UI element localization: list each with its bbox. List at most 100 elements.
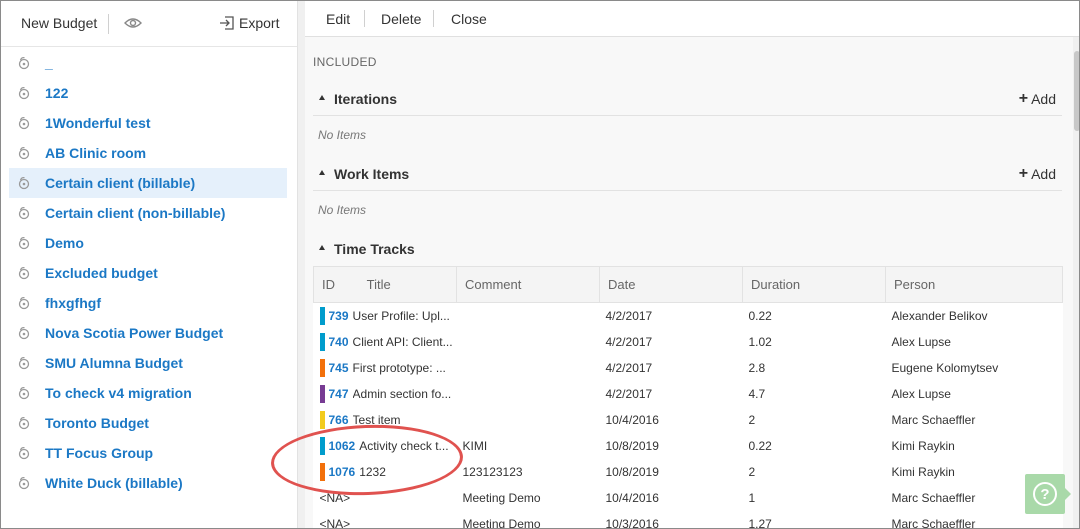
person-cell: Eugene Kolomytsev	[891, 361, 999, 375]
app-window: New Budget Export _ 122 1Wonderful test AB …	[0, 0, 1080, 529]
included-heading: INCLUDED	[313, 55, 377, 69]
scrollbar-thumb[interactable]	[1074, 51, 1079, 131]
work-item-id-link[interactable]: 1076	[329, 465, 356, 479]
close-button[interactable]: Close	[451, 11, 487, 27]
panel-splitter[interactable]	[297, 1, 305, 528]
comment-cell	[457, 303, 600, 330]
date-cell: 10/8/2019	[605, 439, 659, 453]
budget-icon	[17, 236, 31, 250]
budget-item[interactable]: Toronto Budget	[9, 408, 287, 438]
id-title-cell: 747 Admin section fo...	[314, 381, 457, 407]
table-row[interactable]: 740 Client API: Client... 4/2/2017 1.02 Alex…	[314, 329, 1063, 355]
budget-item[interactable]: White Duck (billable)	[9, 468, 287, 498]
work-item-ref[interactable]: 747 Admin section fo...	[319, 381, 457, 407]
duration-cell: 2	[748, 465, 756, 479]
budget-label: Toronto Budget	[45, 415, 149, 431]
add-iteration-button[interactable]: + Add	[1019, 91, 1056, 108]
work-item-id-link[interactable]: 1062	[329, 439, 356, 453]
person-cell: Alexander Belikov	[891, 309, 988, 323]
work-item-ref[interactable]: 740 Client API: Client...	[319, 329, 457, 355]
id-title-cell: 740 Client API: Client...	[314, 329, 457, 355]
detail-scrollbar[interactable]	[1073, 37, 1079, 528]
work-item-ref[interactable]: 745 First prototype: ...	[319, 355, 457, 381]
iterations-empty-text: No Items	[318, 128, 367, 142]
work-item-title: Client API: Client...	[352, 335, 453, 349]
duration-cell: 4.7	[748, 387, 766, 401]
add-work-item-button[interactable]: + Add	[1019, 166, 1056, 183]
column-header-person[interactable]: Person	[885, 266, 1063, 303]
work-item-type-color-bar	[319, 411, 325, 429]
work-item-ref[interactable]: 739 User Profile: Upl...	[319, 303, 457, 329]
collapse-caret-icon[interactable]	[319, 245, 325, 250]
time-tracks-section-header[interactable]: Time Tracks	[313, 232, 1062, 266]
work-items-title: Work Items	[334, 166, 410, 182]
budget-label: Demo	[45, 235, 84, 251]
table-row[interactable]: <NA> Meeting Demo 10/4/2016 1 Marc Schaeffle…	[314, 485, 1063, 511]
budget-label: TT Focus Group	[45, 445, 154, 461]
budget-label: SMU Alumna Budget	[45, 355, 183, 371]
table-row[interactable]: 745 First prototype: ... 4/2/2017 2.8 Eugene…	[314, 355, 1063, 381]
id-title-cell: 1062 Activity check t...	[314, 433, 457, 459]
work-item-title: User Profile: Upl...	[352, 309, 450, 323]
budget-item[interactable]: 122	[9, 78, 287, 108]
eye-icon[interactable]	[124, 16, 142, 33]
add-label: Add	[1031, 166, 1056, 182]
budget-item[interactable]: _	[9, 48, 287, 78]
column-header-date[interactable]: Date	[599, 266, 743, 303]
id-title-cell: <NA>	[314, 511, 457, 528]
column-header-id-title[interactable]: ID Title	[313, 266, 457, 303]
work-item-id-link[interactable]: 747	[329, 387, 349, 401]
table-row[interactable]: 1076 1232 123123123 10/8/2019 2 Kimi Raykin	[314, 459, 1063, 485]
comment-cell: Meeting Demo	[462, 491, 541, 505]
duration-cell: 2	[748, 413, 756, 427]
budget-item[interactable]: AB Clinic room	[9, 138, 287, 168]
budget-item[interactable]: Nova Scotia Power Budget	[9, 318, 287, 348]
help-icon: ?	[1033, 482, 1057, 506]
column-header-duration[interactable]: Duration	[742, 266, 886, 303]
budget-item[interactable]: Excluded budget	[9, 258, 287, 288]
collapse-caret-icon[interactable]	[319, 95, 325, 100]
help-tab-arrow	[1065, 488, 1071, 500]
help-button[interactable]: ?	[1025, 474, 1065, 514]
table-row[interactable]: 747 Admin section fo... 4/2/2017 4.7 Alex Lu…	[314, 381, 1063, 407]
work-item-ref: <NA>	[320, 511, 457, 528]
duration-cell: 1.27	[748, 517, 772, 529]
work-item-id-link[interactable]: 739	[329, 309, 349, 323]
iterations-section-header[interactable]: Iterations + Add	[313, 82, 1062, 116]
new-budget-button[interactable]: New Budget	[21, 15, 97, 31]
export-button[interactable]: Export	[219, 15, 279, 31]
budget-item[interactable]: Certain client (non-billable)	[9, 198, 287, 228]
table-row[interactable]: 766 Test item 10/4/2016 2 Marc Schaeffler	[314, 407, 1063, 433]
work-item-id-link[interactable]: 766	[329, 413, 349, 427]
budget-item[interactable]: fhxgfhgf	[9, 288, 287, 318]
date-cell: 10/4/2016	[605, 491, 659, 505]
work-item-id-link[interactable]: 745	[329, 361, 349, 375]
table-row[interactable]: 1062 Activity check t... KIMI 10/8/2019 0.22…	[314, 433, 1063, 459]
budget-icon	[17, 266, 31, 280]
budget-item[interactable]: Certain client (billable)	[9, 168, 287, 198]
work-item-ref[interactable]: 1062 Activity check t...	[319, 433, 457, 459]
budget-item[interactable]: TT Focus Group	[9, 438, 287, 468]
table-row[interactable]: 739 User Profile: Upl... 4/2/2017 0.22 Alexa…	[314, 303, 1063, 330]
work-item-ref[interactable]: 766 Test item	[319, 407, 457, 433]
budget-label: Excluded budget	[45, 265, 158, 281]
collapse-caret-icon[interactable]	[319, 170, 325, 175]
duration-cell: 0.22	[748, 309, 772, 323]
budget-detail-panel: Edit Delete Close INCLUDED Iterations + A…	[305, 1, 1079, 529]
table-row[interactable]: <NA> Meeting Demo 10/3/2016 1.27 Marc Schaef…	[314, 511, 1063, 529]
comment-cell: KIMI	[462, 439, 488, 453]
budget-label: To check v4 migration	[45, 385, 192, 401]
budget-label: 122	[45, 85, 69, 101]
id-title-cell: 745 First prototype: ...	[314, 355, 457, 381]
delete-button[interactable]: Delete	[381, 11, 421, 27]
work-item-ref[interactable]: 1076 1232	[319, 459, 457, 485]
budget-item[interactable]: 1Wonderful test	[9, 108, 287, 138]
column-header-comment[interactable]: Comment	[456, 266, 600, 303]
work-item-id-link[interactable]: 740	[329, 335, 349, 349]
budget-item[interactable]: Demo	[9, 228, 287, 258]
edit-button[interactable]: Edit	[326, 11, 350, 27]
comment-cell	[457, 355, 600, 381]
budget-item[interactable]: To check v4 migration	[9, 378, 287, 408]
work-items-section-header[interactable]: Work Items + Add	[313, 157, 1062, 191]
budget-item[interactable]: SMU Alumna Budget	[9, 348, 287, 378]
